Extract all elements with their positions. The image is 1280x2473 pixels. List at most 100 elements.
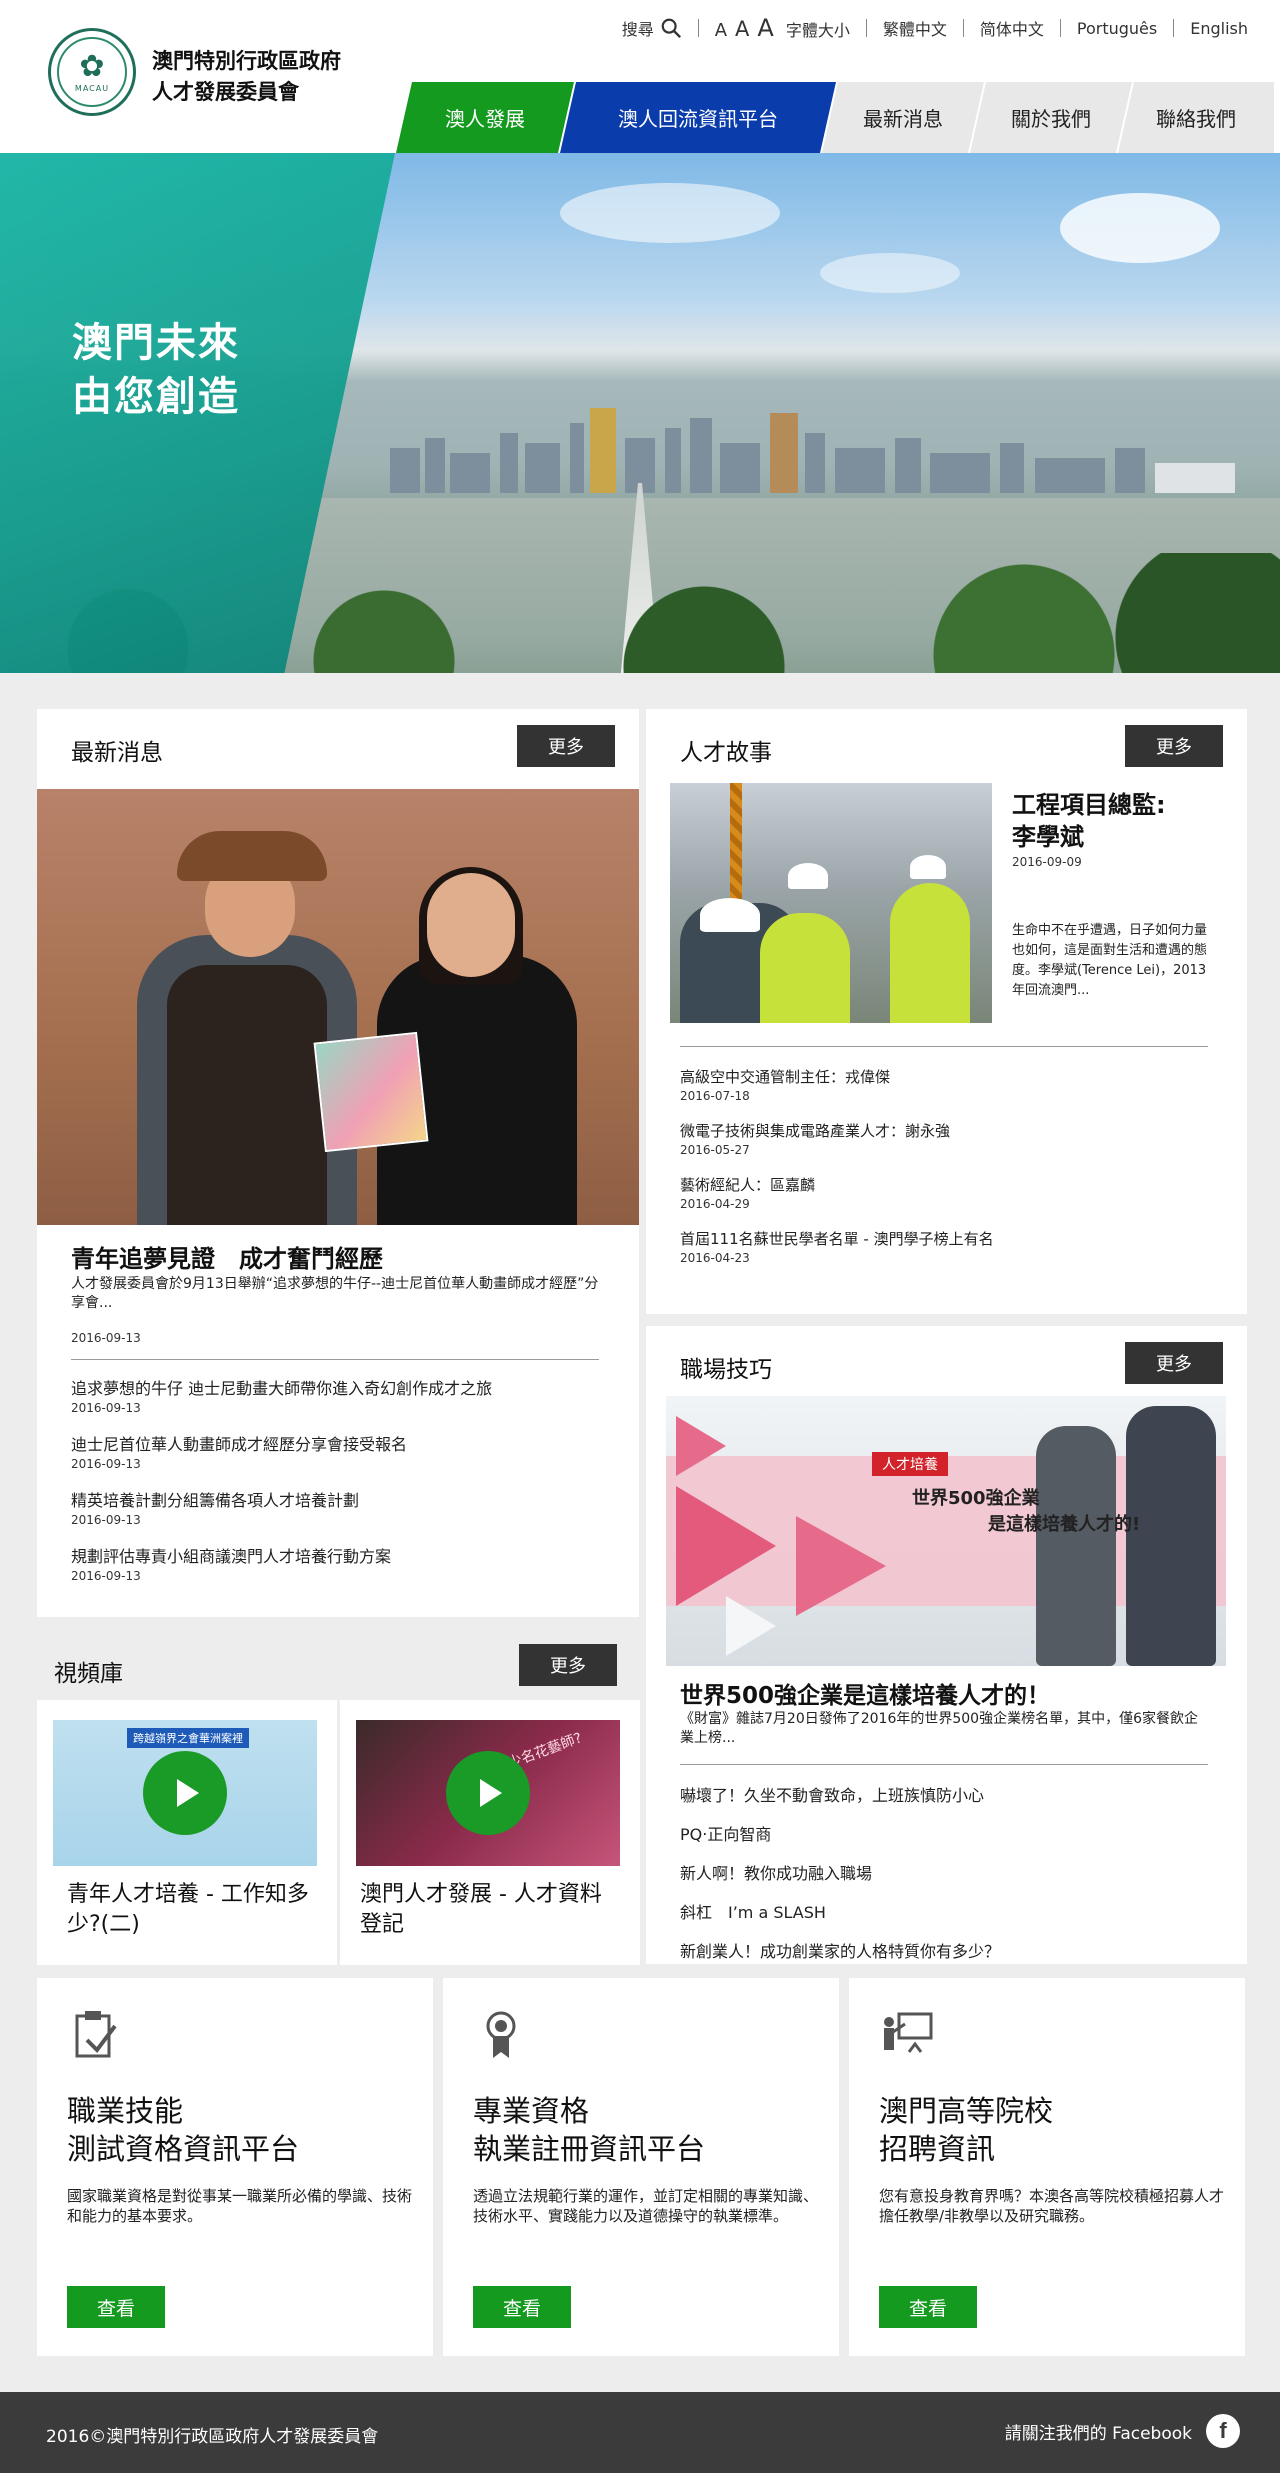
triangle-decoration — [676, 1486, 776, 1606]
platform-title: 職業技能 測試資格資訊平台 — [67, 2094, 300, 2166]
utility-bar: 搜尋 A A A 字體大小 繁體中文 简体中文 Português Englis… — [622, 14, 1248, 42]
skills-panel-title: 職場技巧 — [680, 1357, 772, 1383]
nav-item-return-platform[interactable]: 澳人回流資訊平台 — [560, 82, 836, 153]
lang-english-link[interactable]: English — [1190, 19, 1248, 38]
worker-figure — [890, 883, 970, 1023]
platform-title: 澳門高等院校 招聘資訊 — [879, 2094, 1054, 2166]
platform-desc: 您有意投身教育界嗎？本澳各高等院校積極招募人才擔任教學/非教學以及研究職務。 — [879, 2187, 1225, 2225]
helmet-image — [910, 855, 946, 879]
facebook-link[interactable]: 請關注我們的 Facebook f — [1005, 2414, 1240, 2448]
view-button[interactable]: 查看 — [67, 2286, 165, 2328]
video-card[interactable]: 跨越嶺界之會華洲案裡 青年人才培養 - 工作知多少?(二) — [37, 1700, 337, 1965]
cloud-decoration — [820, 253, 960, 293]
news-headline-photo[interactable] — [37, 789, 639, 1225]
video-more-button[interactable]: 更多 — [519, 1644, 617, 1686]
city-skyline-image — [390, 408, 1235, 493]
person-head — [427, 873, 515, 977]
macau-emblem-logo[interactable]: ✿ MACAU — [48, 28, 136, 116]
font-large-button[interactable]: A — [757, 14, 773, 42]
nav-item-news[interactable]: 最新消息 — [822, 82, 984, 153]
skills-list-item[interactable]: 嚇壞了！久坐不動會致命，上班族慎防小心 — [680, 1782, 1000, 1806]
stories-panel: 人才故事 更多 工程項目總監: 李學斌 2016-09-09 生命中不在乎遭遇，… — [646, 709, 1247, 1314]
businessman-figure — [1036, 1426, 1116, 1666]
nav-item-contact[interactable]: 聯絡我們 — [1118, 82, 1274, 153]
person-figure — [167, 965, 327, 1225]
news-headline-title[interactable]: 青年追夢見證 成才奮鬥經歷 — [71, 1239, 383, 1274]
story-list-item[interactable]: 首屆111名蘇世民學者名單 - 澳門學子榜上有名 2016-04-23 — [680, 1229, 994, 1265]
news-list-item[interactable]: 追求夢想的牛仔 迪士尼動畫大師帶你進入奇幻創作成才之旅 2016-09-13 — [71, 1379, 492, 1415]
news-headline-date: 2016-09-13 — [71, 1331, 141, 1345]
font-small-button[interactable]: A — [715, 20, 727, 41]
lang-portuguese-link[interactable]: Português — [1077, 19, 1157, 38]
skills-headline-title[interactable]: 世界500強企業是這樣培養人才的！ — [680, 1676, 1050, 1710]
lang-simplified-link[interactable]: 简体中文 — [980, 16, 1044, 40]
platform-card-vocational: 職業技能 測試資格資訊平台 國家職業資格是對從事某一職業所必備的學識、技術和能力… — [37, 1978, 433, 2356]
news-list-item[interactable]: 迪士尼首位華人動畫師成才經歷分享會接受報名 2016-09-13 — [71, 1435, 492, 1471]
search-button[interactable]: 搜尋 — [622, 16, 682, 40]
font-size-control: A A A 字體大小 — [715, 14, 850, 42]
video-thumbnail: 少名花藝師? — [356, 1720, 620, 1866]
banner-line1: 世界500強企業 — [912, 1488, 1040, 1509]
news-panel-title: 最新消息 — [71, 740, 163, 766]
lotus-icon: ✿ — [79, 48, 105, 84]
play-button[interactable] — [143, 1751, 227, 1835]
story-feature-name[interactable]: 工程項目總監: 李學斌 — [1012, 789, 1166, 853]
news-list: 追求夢想的牛仔 迪士尼動畫大師帶你進入奇幻創作成才之旅 2016-09-13 迪士… — [71, 1379, 492, 1603]
site-footer: 2016©澳門特別行政區政府人才發展委員會 請關注我們的 Facebook f — [0, 2392, 1280, 2473]
divider — [680, 1764, 1208, 1765]
play-icon — [480, 1779, 502, 1807]
story-feature-date: 2016-09-09 — [1012, 855, 1082, 869]
story-feature-photo[interactable] — [670, 783, 992, 1023]
video-card[interactable]: 少名花藝師? 澳門人才發展 - 人才資料登記 — [340, 1700, 640, 1965]
banner-line2: 是這樣培養人才的! — [988, 1514, 1141, 1535]
banner-tag: 人才培養 — [872, 1452, 948, 1476]
site-header: ✿ MACAU 澳門特別行政區政府 人才發展委員會 搜尋 A A A 字體大小 … — [0, 0, 1280, 153]
play-button[interactable] — [446, 1751, 530, 1835]
separator — [1059, 19, 1061, 37]
award-badge-icon — [486, 2011, 516, 2058]
divider — [680, 1046, 1208, 1047]
font-medium-button[interactable]: A — [735, 17, 749, 41]
story-list-item[interactable]: 藝術經紀人：區嘉麟 2016-04-29 — [680, 1175, 994, 1211]
skills-list-item[interactable]: 新人啊！教你成功融入職場 — [680, 1860, 1000, 1884]
skills-panel: 職場技巧 更多 人才培養 世界500強企業 是這樣培養人才的! 世界500強企業… — [646, 1326, 1247, 1964]
cloud-decoration — [560, 183, 780, 243]
stories-panel-title: 人才故事 — [680, 740, 772, 766]
facebook-label: 請關注我們的 Facebook — [1004, 2423, 1192, 2444]
stories-more-button[interactable]: 更多 — [1125, 725, 1223, 767]
platform-card-professional: 專業資格 執業註冊資訊平台 透過立法規範行業的運作，並訂定相關的專業知識、技術水… — [443, 1978, 839, 2356]
main-nav: 澳人發展 澳人回流資訊平台 最新消息 關於我們 聯絡我們 — [396, 82, 1274, 153]
nav-item-about[interactable]: 關於我們 — [970, 82, 1132, 153]
hero-banner: 澳門未來 由您創造 — [0, 153, 1280, 673]
video-thumb-text: 跨越嶺界之會華洲案裡 — [127, 1728, 249, 1748]
nav-item-macau-development[interactable]: 澳人發展 — [396, 82, 574, 153]
story-list-item[interactable]: 微電子技術與集成電路產業人才：謝永強 2016-05-27 — [680, 1121, 994, 1157]
skills-banner-image[interactable]: 人才培養 世界500強企業 是這樣培養人才的! — [666, 1396, 1226, 1666]
skills-list-item[interactable]: 斜杠 I’m a SLASH — [680, 1899, 1000, 1923]
news-list-item[interactable]: 規劃評估專責小組商議澳門人才培養行動方案 2016-09-13 — [71, 1547, 492, 1583]
skills-headline-desc: 《財富》雜誌7月20日發佈了2016年的世界500強企業榜名單，其中，僅6家餐飲… — [680, 1711, 1198, 1746]
skills-more-button[interactable]: 更多 — [1125, 1342, 1223, 1384]
skills-list-item[interactable]: PQ‧正向智商 — [680, 1821, 1000, 1845]
story-list-item[interactable]: 高級空中交通管制主任：戎偉傑 2016-07-18 — [680, 1067, 994, 1103]
triangle-decoration — [796, 1516, 886, 1616]
separator — [962, 19, 964, 37]
separator — [865, 19, 867, 37]
lang-traditional-link[interactable]: 繁體中文 — [883, 16, 947, 40]
footer-copyright: 2016©澳門特別行政區政府人才發展委員會 — [46, 2427, 379, 2447]
font-size-label: 字體大小 — [785, 21, 850, 40]
facebook-icon: f — [1206, 2414, 1240, 2448]
cowboy-hat — [177, 831, 327, 881]
separator — [697, 19, 699, 37]
helmet-image — [700, 898, 760, 932]
news-list-item[interactable]: 精英培養計劃分組籌備各項人才培養計劃 2016-09-13 — [71, 1491, 492, 1527]
view-button[interactable]: 查看 — [879, 2286, 977, 2328]
skills-list-item[interactable]: 新創業人！成功創業家的人格特質你有多少？ — [680, 1938, 1000, 1962]
triangle-decoration — [676, 1416, 726, 1476]
news-more-button[interactable]: 更多 — [517, 725, 615, 767]
play-icon — [177, 1779, 199, 1807]
view-button[interactable]: 查看 — [473, 2286, 571, 2328]
book-gift — [313, 1031, 429, 1153]
org-name-line2: 人才發展委員會 — [152, 80, 299, 104]
platform-desc: 國家職業資格是對從事某一職業所必備的學識、技術和能力的基本要求。 — [67, 2187, 413, 2225]
